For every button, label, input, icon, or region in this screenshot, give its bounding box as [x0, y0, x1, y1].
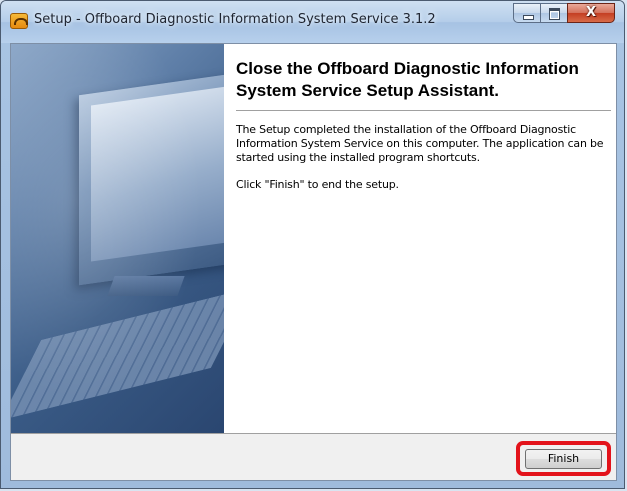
window-title: Setup - Offboard Diagnostic Information … [34, 12, 436, 27]
maximize-button[interactable] [540, 3, 567, 23]
wizard-content: Close the Offboard Diagnostic Informatio… [236, 58, 611, 205]
wizard-client-area: Close the Offboard Diagnostic Informatio… [10, 43, 617, 481]
maximize-icon [549, 8, 560, 20]
setup-window: Setup - Offboard Diagnostic Information … [0, 0, 625, 489]
close-icon: X [585, 5, 597, 20]
page-heading: Close the Offboard Diagnostic Informatio… [236, 59, 579, 100]
heading-divider [236, 110, 611, 111]
finish-instruction: Click "Finish" to end the setup. [236, 178, 399, 191]
caption-buttons: X [513, 3, 615, 24]
finish-button-highlight: Finish [516, 441, 611, 476]
minimize-icon [523, 15, 534, 20]
side-image-glow [11, 44, 224, 433]
title-bar[interactable]: Setup - Offboard Diagnostic Information … [1, 1, 624, 43]
finish-button[interactable]: Finish [525, 449, 602, 469]
setup-wizard-icon [10, 13, 28, 29]
wizard-side-image [11, 44, 224, 433]
completion-message: The Setup completed the installation of … [236, 123, 604, 164]
close-button[interactable]: X [567, 3, 615, 23]
minimize-button[interactable] [513, 3, 540, 23]
wizard-footer: Finish [11, 433, 616, 480]
